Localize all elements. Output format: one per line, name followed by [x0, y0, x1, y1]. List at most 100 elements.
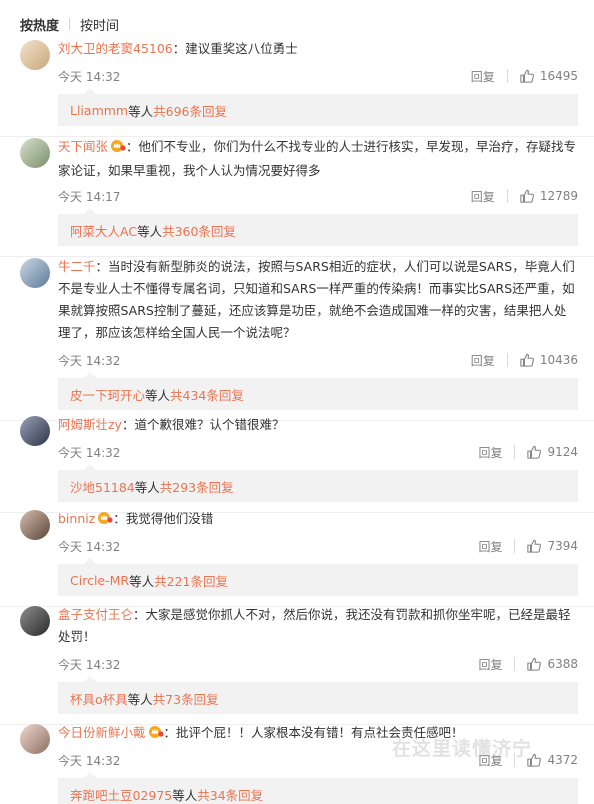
action-divider	[514, 753, 516, 767]
reply-user-link[interactable]: 沙地51184	[70, 477, 135, 496]
comment-actions: 回复 12789	[471, 188, 578, 205]
like-count: 16495	[539, 69, 578, 83]
comment-meta: 今天 14:32 回复 10436	[58, 350, 578, 370]
reply-count-link[interactable]: 共34条回复	[197, 785, 263, 804]
like-button[interactable]: 6388	[527, 657, 578, 671]
avatar[interactable]	[20, 416, 50, 446]
reply-user-link[interactable]: 阿菜大人AC	[70, 221, 137, 240]
reply-arrow	[84, 558, 96, 564]
comment-content: ：建议重奖这八位勇士	[172, 41, 298, 56]
reply-summary[interactable]: 杯具o杯具 等人 共73条回复	[58, 676, 578, 714]
reply-joiner: 等人	[134, 479, 160, 495]
timestamp: 今天 14:32	[58, 445, 121, 460]
reply-user-link[interactable]: 奔跑吧土豆02975	[70, 785, 172, 804]
comment-content: ：当时没有新型肺炎的说法，按照与SARS相近的症状，人们可以说是SARS，毕竟人…	[58, 259, 575, 340]
comment-content: ：他们不专业，你们为什么不找专业的人士进行核实，早发现，早治疗，存疑找专家论证，…	[58, 139, 577, 178]
reply-summary[interactable]: 沙地51184 等人 共293条回复	[58, 464, 578, 502]
reply-count-link[interactable]: 共293条回复	[160, 477, 234, 496]
avatar[interactable]	[20, 138, 50, 168]
reply-count-link[interactable]: 共221条回复	[154, 571, 228, 590]
reply-user-link[interactable]: Circle-MR	[70, 573, 129, 588]
like-button[interactable]: 9124	[527, 445, 578, 459]
reply-summary[interactable]: 奔跑吧土豆02975 等人 共34条回复	[58, 772, 578, 804]
reply-button[interactable]: 回复	[478, 538, 502, 555]
reply-joiner: 等人	[129, 573, 155, 589]
reply-count-link[interactable]: 共73条回复	[153, 689, 219, 708]
like-count: 9124	[547, 445, 578, 459]
avatar[interactable]	[20, 606, 50, 636]
avatar[interactable]	[20, 258, 50, 288]
like-button[interactable]: 10436	[520, 353, 578, 367]
reply-count-link[interactable]: 共360条回复	[162, 221, 236, 240]
reply-button[interactable]: 回复	[471, 188, 495, 205]
like-button[interactable]: 16495	[520, 69, 578, 83]
comment-meta: 今天 14:32 回复 9124	[58, 442, 578, 462]
reply-summary[interactable]: 阿菜大人AC 等人 共360条回复	[58, 208, 578, 246]
like-button[interactable]: 7394	[527, 539, 578, 553]
action-divider	[514, 657, 516, 671]
username-link[interactable]: 盒子支付王仑	[58, 607, 133, 622]
reply-button[interactable]: 回复	[478, 444, 502, 461]
timestamp: 今天 14:17	[58, 189, 121, 204]
reply-arrow	[84, 464, 96, 470]
like-button[interactable]: 4372	[527, 753, 578, 767]
thumbs-up-icon	[527, 753, 547, 767]
reply-joiner: 等人	[137, 223, 163, 239]
tab-by-hot[interactable]: 按热度	[20, 15, 59, 34]
vip-crown-icon	[97, 510, 113, 532]
like-count: 10436	[539, 353, 578, 367]
reply-count-link[interactable]: 共434条回复	[170, 385, 244, 404]
reply-user-link[interactable]: 杯具o杯具	[70, 689, 128, 708]
reply-user-link[interactable]: 皮一下珂开心	[70, 385, 145, 404]
comment-text: 阿姆斯壮zy：道个歉很难？认个错很难？	[58, 414, 578, 436]
reply-joiner: 等人	[145, 387, 171, 403]
like-count: 4372	[547, 753, 578, 767]
timestamp: 今天 14:32	[58, 753, 121, 768]
reply-summary[interactable]: Lliammm 等人 共696条回复	[58, 88, 578, 126]
reply-summary[interactable]: Circle-MR 等人 共221条回复	[58, 558, 578, 596]
action-divider	[514, 445, 516, 459]
username-link[interactable]: 今日份新鲜小戴	[58, 725, 146, 740]
comment-meta: 今天 14:17 回复 12789	[58, 186, 578, 206]
comment-text: 盒子支付王仑：大家是感觉你抓人不对，然后你说，我还没有罚款和抓你坐牢呢，已经是最…	[58, 604, 578, 648]
username-link[interactable]: 阿姆斯壮zy	[58, 417, 122, 432]
comment-actions: 回复 10436	[471, 352, 578, 369]
tab-divider	[69, 18, 71, 30]
like-count: 12789	[539, 189, 578, 203]
reply-button[interactable]: 回复	[478, 752, 502, 769]
comment-content: ：批评个屁！！人家根本没有错！有点社会责任感吧！	[163, 725, 464, 740]
thumbs-up-icon	[527, 657, 547, 671]
username-link[interactable]: 天下闻张	[58, 139, 108, 154]
thumbs-up-icon	[527, 539, 547, 553]
avatar[interactable]	[20, 40, 50, 70]
reply-button[interactable]: 回复	[471, 68, 495, 85]
reply-arrow	[84, 772, 96, 778]
comment-actions: 回复 9124	[478, 444, 578, 461]
reply-button[interactable]: 回复	[478, 656, 502, 673]
reply-arrow	[84, 676, 96, 682]
timestamp: 今天 14:32	[58, 69, 121, 84]
action-divider	[514, 539, 516, 553]
comment-meta: 今天 14:32 回复 16495	[58, 66, 578, 86]
tab-by-time[interactable]: 按时间	[80, 15, 119, 34]
vip-crown-icon	[110, 138, 126, 160]
action-divider	[506, 69, 508, 83]
timestamp: 今天 14:32	[58, 353, 121, 368]
reply-arrow	[84, 372, 96, 378]
reply-count-link[interactable]: 共696条回复	[153, 101, 227, 120]
avatar[interactable]	[20, 510, 50, 540]
avatar[interactable]	[20, 724, 50, 754]
like-count: 6388	[547, 657, 578, 671]
reply-joiner: 等人	[172, 787, 198, 803]
username-link[interactable]: 牛二千	[58, 259, 96, 274]
comment-content: ：大家是感觉你抓人不对，然后你说，我还没有罚款和抓你坐牢呢，已经是最轻处罚！	[58, 607, 571, 644]
timestamp: 今天 14:32	[58, 539, 121, 554]
username-link[interactable]: 刘大卫的老窦45106	[58, 41, 173, 56]
reply-button[interactable]: 回复	[471, 352, 495, 369]
reply-user-link[interactable]: Lliammm	[70, 103, 128, 118]
thumbs-up-icon	[527, 445, 547, 459]
reply-summary[interactable]: 皮一下珂开心 等人 共434条回复	[58, 372, 578, 410]
comment-content: ：我觉得他们没错	[113, 511, 214, 526]
username-link[interactable]: binniz	[58, 511, 95, 526]
like-button[interactable]: 12789	[520, 189, 578, 203]
